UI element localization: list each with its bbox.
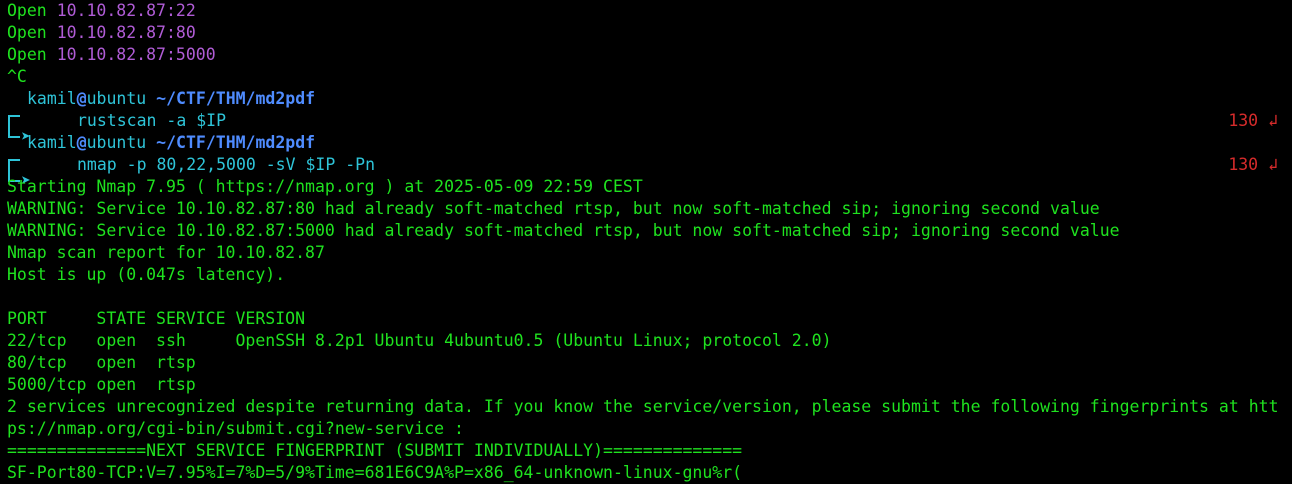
prompt-user: kamil [27,133,77,152]
prompt-host: ubuntu [86,133,147,152]
exit-code: 130 [1228,111,1259,130]
port-table-row: 80/tcp open rtsp [7,353,196,372]
scan-address: 10.10.82.87:5000 [56,45,216,64]
scan-address: 10.10.82.87:80 [56,23,196,42]
exit-status: 130 ↲ [1228,154,1278,176]
exit-status: 130 ↲ [1228,110,1278,132]
prompt-path: ~/CTF/THM/md2pdf [156,133,316,152]
scan-status: Open [7,45,47,64]
scan-address: 10.10.82.87:22 [56,1,196,20]
prompt-at: @ [76,89,87,108]
output-line: WARNING: Service 10.10.82.87:80 had alre… [7,199,1100,218]
scan-status: Open [7,1,47,20]
scan-result-line: Open 10.10.82.87:80 [7,22,1292,44]
command-text: rustscan -a $IP [77,111,227,130]
output-line: WARNING: Service 10.10.82.87:5000 had al… [7,221,1120,240]
command-line: ➤ nmap -p 80,22,5000 -sV $IP -Pn 130 ↲ [7,154,1292,190]
terminal-window[interactable]: Open 10.10.82.87:22 Open 10.10.82.87:80 … [0,0,1292,482]
port-table-row: 5000/tcp open rtsp [7,375,196,394]
prompt-path: ~/CTF/THM/md2pdf [156,89,316,108]
prompt-header: kamil@ubuntu ~/CTF/THM/md2pdf [7,132,1292,170]
output-line: Nmap scan report for 10.10.82.87 [7,243,325,262]
output-line: Starting Nmap 7.95 ( https://nmap.org ) … [7,177,643,196]
exit-code: 130 [1228,155,1259,174]
output-line: ==============NEXT SERVICE FINGERPRINT (… [7,441,743,460]
prompt-at: @ [76,133,87,152]
scan-result-line: Open 10.10.82.87:5000 [7,44,1292,66]
prompt-header: kamil@ubuntu ~/CTF/THM/md2pdf [7,88,1292,126]
scan-status: Open [7,23,47,42]
interrupt-line: ^C [7,67,27,86]
port-table-header: PORT STATE SERVICE VERSION [7,309,306,328]
output-line: ps://nmap.org/cgi-bin/submit.cgi?new-ser… [7,419,464,438]
command-line: ➤ rustscan -a $IP 130 ↲ [7,110,1292,146]
scan-result-line: Open 10.10.82.87:22 [7,0,1292,22]
output-line: SF-Port80-TCP:V=7.95%I=7%D=5/9%Time=681E… [7,463,743,482]
output-line: Host is up (0.047s latency). [7,265,286,284]
return-icon: ↲ [1268,111,1278,130]
prompt-user: kamil [27,89,77,108]
prompt-host: ubuntu [86,89,147,108]
command-text: nmap -p 80,22,5000 -sV $IP -Pn [77,155,376,174]
output-line: 2 services unrecognized despite returnin… [7,397,1279,416]
return-icon: ↲ [1268,155,1278,174]
port-table-row: 22/tcp open ssh OpenSSH 8.2p1 Ubuntu 4ub… [7,331,832,350]
